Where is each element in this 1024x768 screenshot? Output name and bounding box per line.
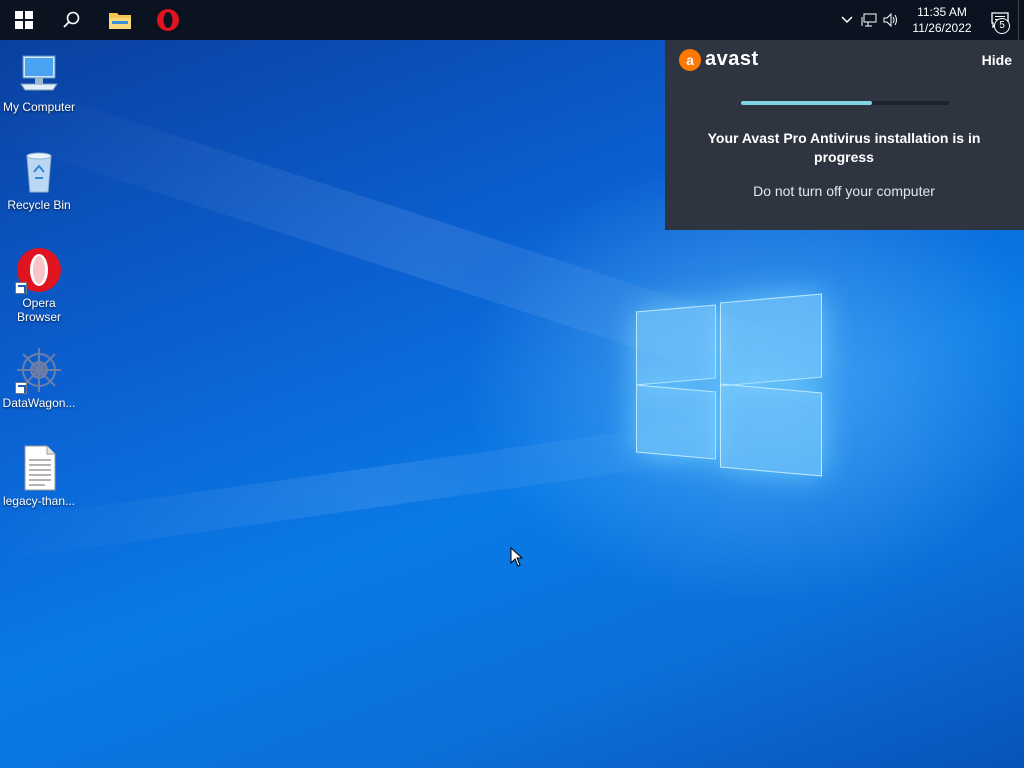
search-button[interactable] xyxy=(48,0,96,40)
desktop-icon-my-computer[interactable]: My Computer xyxy=(0,50,78,114)
search-icon xyxy=(63,11,80,28)
datawagon-icon xyxy=(15,346,63,394)
taskbar: 11:35 AM 11/26/2022 5 xyxy=(0,0,1024,40)
hide-button[interactable]: Hide xyxy=(982,52,1012,68)
taskbar-file-explorer[interactable] xyxy=(96,0,144,40)
show-desktop-button[interactable] xyxy=(1018,0,1024,40)
shortcut-arrow-icon xyxy=(15,282,27,294)
avast-brand-text: avast xyxy=(705,48,759,70)
recycle-bin-icon xyxy=(15,148,63,196)
desktop-icon-legacy-file[interactable]: legacy-than... xyxy=(0,444,78,508)
taskbar-clock[interactable]: 11:35 AM 11/26/2022 xyxy=(906,4,978,36)
computer-icon xyxy=(15,50,63,98)
text-file-icon xyxy=(15,444,63,492)
clock-time: 11:35 AM xyxy=(917,5,967,19)
desktop-icon-label: legacy-than... xyxy=(2,494,76,508)
shortcut-arrow-icon xyxy=(15,382,27,394)
desktop-icon-label: Recycle Bin xyxy=(7,198,71,212)
windows-start-icon xyxy=(15,11,33,29)
action-center-button[interactable]: 5 xyxy=(982,0,1018,40)
opera-icon xyxy=(15,246,63,294)
install-progress-bar xyxy=(741,101,949,105)
notification-count-badge: 5 xyxy=(994,18,1010,34)
opera-icon xyxy=(157,9,179,31)
desktop-icon-datawagon[interactable]: DataWagon... xyxy=(0,346,78,410)
desktop-icon-label: Opera Browser xyxy=(16,296,61,324)
show-hidden-icons-chevron-icon[interactable] xyxy=(836,0,858,40)
volume-icon[interactable] xyxy=(880,0,902,40)
clock-date: 11/26/2022 xyxy=(912,21,972,35)
avast-install-popup: a avast Hide Your Avast Pro Antivirus in… xyxy=(665,40,1024,230)
desktop-icon-label: DataWagon... xyxy=(2,396,76,410)
avast-logo: a avast xyxy=(679,48,759,71)
desktop[interactable]: My Computer Recycle Bin Opera Browser Da… xyxy=(0,0,1024,768)
avast-logo-icon: a xyxy=(679,48,701,71)
taskbar-opera[interactable] xyxy=(144,0,192,40)
desktop-icon-opera-browser[interactable]: Opera Browser xyxy=(0,246,78,324)
desktop-icon-label: My Computer xyxy=(2,100,76,114)
install-progress-fill xyxy=(741,101,873,105)
install-status-title: Your Avast Pro Antivirus installation is… xyxy=(707,130,981,165)
start-button[interactable] xyxy=(0,0,48,40)
desktop-icon-recycle-bin[interactable]: Recycle Bin xyxy=(0,148,78,212)
windows-logo xyxy=(636,290,826,480)
network-icon[interactable] xyxy=(858,0,880,40)
folder-icon xyxy=(109,13,131,29)
mouse-cursor-icon xyxy=(510,547,524,567)
install-status-subtitle: Do not turn off your computer xyxy=(753,183,935,199)
